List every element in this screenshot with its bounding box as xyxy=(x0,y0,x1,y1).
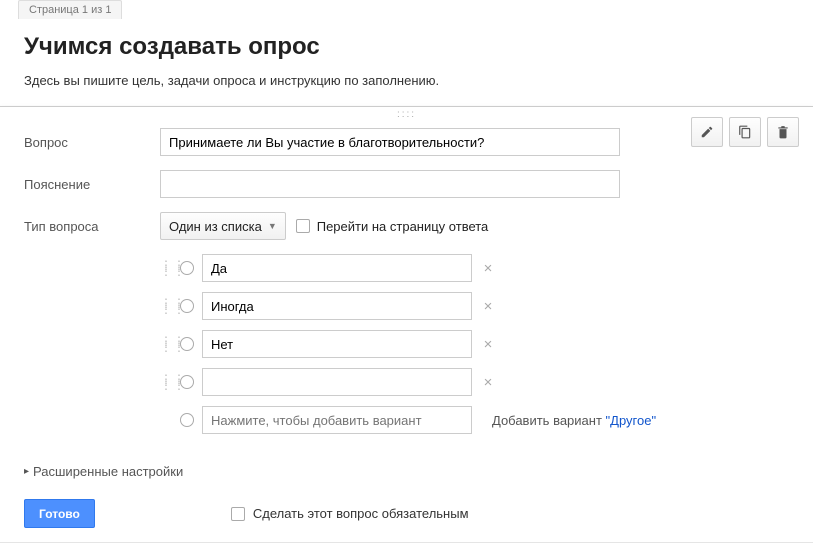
drag-grip-icon[interactable]: ⋮⋮⋮⋮ xyxy=(160,376,172,388)
go-to-page-label: Перейти на страницу ответа xyxy=(317,219,489,234)
pencil-icon xyxy=(700,125,714,139)
drag-grip-icon[interactable]: ⋮⋮⋮⋮ xyxy=(160,338,172,350)
required-label: Сделать этот вопрос обязательным xyxy=(253,506,469,521)
duplicate-button[interactable] xyxy=(729,117,761,147)
option-row: ⋮⋮⋮⋮ × xyxy=(160,254,789,282)
drag-grip-icon[interactable]: ⋮⋮⋮⋮ xyxy=(160,300,172,312)
required-option[interactable]: Сделать этот вопрос обязательным xyxy=(231,506,469,521)
radio-icon xyxy=(180,299,194,313)
add-option-row: Добавить вариант "Другое" xyxy=(160,406,789,434)
question-editor: :::: Вопрос Пояснение Тип вопроса Один и… xyxy=(0,106,813,543)
option-row: ⋮⋮⋮⋮ × xyxy=(160,368,789,396)
option-input[interactable] xyxy=(202,292,472,320)
radio-icon xyxy=(180,375,194,389)
type-label: Тип вопроса xyxy=(24,219,160,234)
radio-icon xyxy=(180,413,194,427)
question-type-value: Один из списка xyxy=(169,219,262,234)
trash-icon xyxy=(776,125,790,139)
remove-option-button[interactable]: × xyxy=(480,336,496,353)
radio-icon xyxy=(180,337,194,351)
help-label: Пояснение xyxy=(24,177,160,192)
drag-grip-icon[interactable]: ⋮⋮⋮⋮ xyxy=(160,262,172,274)
question-label: Вопрос xyxy=(24,135,160,150)
required-checkbox[interactable] xyxy=(231,507,245,521)
option-input[interactable] xyxy=(202,254,472,282)
edit-button[interactable] xyxy=(691,117,723,147)
add-option-input[interactable] xyxy=(202,406,472,434)
form-description[interactable]: Здесь вы пишите цель, задачи опроса и ин… xyxy=(24,73,789,88)
delete-button[interactable] xyxy=(767,117,799,147)
question-title-input[interactable] xyxy=(160,128,620,156)
radio-icon xyxy=(180,261,194,275)
chevron-right-icon: ▸ xyxy=(24,466,29,477)
question-help-input[interactable] xyxy=(160,170,620,198)
go-to-page-option[interactable]: Перейти на страницу ответа xyxy=(296,219,489,234)
add-other-text: Добавить вариант "Другое" xyxy=(492,413,656,428)
advanced-settings-label: Расширенные настройки xyxy=(33,464,183,479)
remove-option-button[interactable]: × xyxy=(480,298,496,315)
option-row: ⋮⋮⋮⋮ × xyxy=(160,330,789,358)
option-input[interactable] xyxy=(202,368,472,396)
option-row: ⋮⋮⋮⋮ × xyxy=(160,292,789,320)
add-other-link[interactable]: "Другое" xyxy=(606,413,657,428)
remove-option-button[interactable]: × xyxy=(480,374,496,391)
copy-icon xyxy=(738,125,752,139)
options-list: ⋮⋮⋮⋮ × ⋮⋮⋮⋮ × ⋮⋮⋮⋮ × ⋮⋮⋮⋮ × xyxy=(160,254,789,434)
go-to-page-checkbox[interactable] xyxy=(296,219,310,233)
chevron-down-icon: ▼ xyxy=(268,221,277,231)
done-button[interactable]: Готово xyxy=(24,499,95,528)
question-type-dropdown[interactable]: Один из списка ▼ xyxy=(160,212,286,240)
page-tab[interactable]: Страница 1 из 1 xyxy=(18,0,122,19)
option-input[interactable] xyxy=(202,330,472,358)
remove-option-button[interactable]: × xyxy=(480,260,496,277)
question-toolbar xyxy=(691,117,799,147)
advanced-settings-toggle[interactable]: ▸ Расширенные настройки xyxy=(24,464,789,479)
form-title[interactable]: Учимся создавать опрос xyxy=(24,33,789,61)
